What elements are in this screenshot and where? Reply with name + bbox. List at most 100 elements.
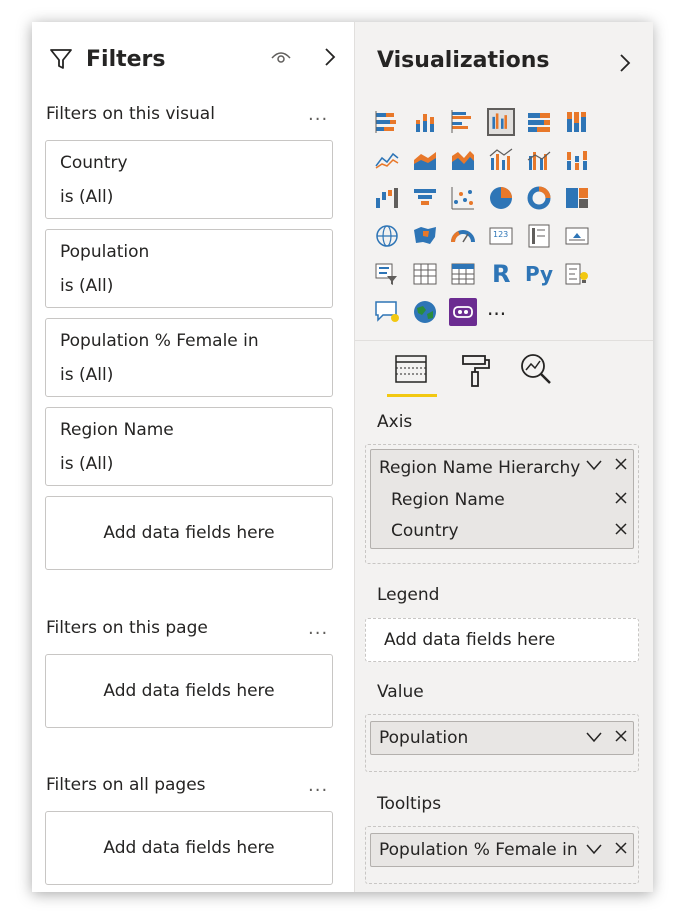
close-icon[interactable] — [613, 521, 629, 537]
stacked-area-chart-icon[interactable] — [449, 146, 477, 174]
filters-pane: Filters Filters on this visual ... Count… — [32, 22, 354, 892]
visualizations-divider — [355, 340, 653, 341]
tooltips-well-label: Tooltips — [377, 794, 442, 814]
filters-on-page-more-button[interactable]: ... — [308, 618, 328, 639]
visualizations-pane: Visualizations 123 R Py ... Axis Region … — [354, 22, 653, 892]
100-stacked-column-chart-icon[interactable] — [563, 108, 591, 136]
chevron-down-icon[interactable] — [585, 457, 603, 473]
arcgis-map-icon[interactable] — [411, 298, 439, 326]
filters-on-visual-more-button[interactable]: ... — [308, 104, 328, 125]
visual-filters-drop-zone[interactable]: Add data fields here — [45, 496, 333, 570]
filters-on-all-pages-label: Filters on all pages — [46, 775, 206, 795]
close-icon[interactable] — [613, 840, 629, 856]
filter-icon — [50, 49, 72, 69]
filter-card-name: Country — [60, 153, 128, 173]
kpi-icon[interactable] — [563, 222, 591, 250]
scatter-chart-icon[interactable] — [449, 184, 477, 212]
line-and-stacked-column-chart-icon[interactable] — [487, 146, 515, 174]
line-chart-icon[interactable] — [373, 146, 401, 174]
chevron-down-icon[interactable] — [585, 841, 603, 857]
clustered-column-chart-icon-selected[interactable] — [487, 108, 515, 136]
map-icon[interactable] — [373, 222, 401, 250]
ribbon-chart-icon[interactable] — [563, 146, 591, 174]
slicer-icon[interactable] — [373, 260, 401, 288]
treemap-icon[interactable] — [563, 184, 591, 212]
filters-header: Filters — [48, 42, 166, 76]
multi-row-card-icon[interactable] — [525, 222, 553, 250]
filter-card-name: Population — [60, 242, 150, 262]
area-chart-icon[interactable] — [411, 146, 439, 174]
line-and-clustered-column-chart-icon[interactable] — [525, 146, 553, 174]
waterfall-chart-icon[interactable] — [373, 184, 401, 212]
visualizations-title: Visualizations — [377, 48, 550, 73]
filter-card-condition: is (All) — [60, 454, 114, 474]
qna-visual-icon[interactable] — [373, 298, 401, 326]
filter-card-name: Population % Female in — [60, 331, 259, 351]
stacked-bar-chart-icon[interactable] — [373, 108, 401, 136]
active-tab-indicator — [387, 394, 437, 397]
more-visuals-button[interactable]: ... — [487, 298, 515, 326]
value-well[interactable]: Population — [365, 714, 639, 772]
tooltips-field-population-female[interactable]: Population % Female in — [370, 833, 634, 867]
filter-card-country[interactable]: Country is (All) — [45, 140, 333, 219]
value-field-name: Population — [379, 728, 469, 748]
legend-well-label: Legend — [377, 585, 440, 605]
collapse-visualizations-chevron-icon[interactable] — [617, 52, 633, 74]
funnel-chart-icon[interactable] — [411, 184, 439, 212]
all-pages-filters-drop-zone[interactable]: Add data fields here — [45, 811, 333, 885]
card-icon-label: 123 — [493, 230, 509, 239]
tab-format[interactable] — [455, 350, 495, 390]
axis-well-label: Axis — [377, 412, 413, 432]
filters-on-all-pages-more-button[interactable]: ... — [308, 775, 328, 796]
donut-chart-icon[interactable] — [525, 184, 553, 212]
card-icon[interactable]: 123 — [487, 222, 515, 250]
filter-card-condition: is (All) — [60, 276, 114, 296]
axis-item-region-name[interactable]: Region Name — [391, 490, 505, 510]
legend-well-placeholder: Add data fields here — [384, 630, 556, 650]
filters-title: Filters — [86, 46, 166, 72]
gauge-icon[interactable] — [449, 222, 477, 250]
eye-icon[interactable] — [270, 48, 292, 66]
r-script-visual-icon[interactable]: R — [487, 260, 515, 288]
axis-well[interactable]: Region Name Hierarchy Region Name Countr… — [365, 444, 639, 564]
pie-chart-icon[interactable] — [487, 184, 515, 212]
stacked-column-chart-icon[interactable] — [411, 108, 439, 136]
tab-fields[interactable] — [391, 350, 431, 390]
filter-card-population[interactable]: Population is (All) — [45, 229, 333, 308]
paint-roller-icon — [462, 355, 490, 387]
table-icon[interactable] — [411, 260, 439, 288]
tooltips-well[interactable]: Population % Female in — [365, 826, 639, 884]
axis-item-country[interactable]: Country — [391, 521, 459, 541]
python-icon-label: Py — [525, 262, 554, 286]
tab-analytics[interactable] — [517, 350, 557, 390]
filter-card-region-name[interactable]: Region Name is (All) — [45, 407, 333, 486]
filter-card-condition: is (All) — [60, 187, 114, 207]
page-filters-drop-zone[interactable]: Add data fields here — [45, 654, 333, 728]
chevron-down-icon[interactable] — [585, 729, 603, 745]
value-field-population[interactable]: Population — [370, 721, 634, 755]
close-icon[interactable] — [613, 456, 629, 472]
filters-on-visual-label: Filters on this visual — [46, 104, 215, 124]
collapse-filters-chevron-icon[interactable] — [322, 46, 338, 68]
custom-visual-icon[interactable] — [449, 298, 477, 326]
r-icon-label: R — [492, 260, 511, 288]
filters-on-page-label: Filters on this page — [46, 618, 208, 638]
100-stacked-bar-chart-icon[interactable] — [525, 108, 553, 136]
close-icon[interactable] — [613, 728, 629, 744]
legend-well[interactable]: Add data fields here — [365, 618, 639, 662]
filled-map-icon[interactable] — [411, 222, 439, 250]
filter-card-name: Region Name — [60, 420, 174, 440]
axis-hierarchy-field[interactable]: Region Name Hierarchy Region Name Countr… — [370, 449, 634, 549]
tooltips-field-name: Population % Female in — [379, 840, 578, 860]
close-icon[interactable] — [613, 490, 629, 506]
python-visual-icon[interactable]: Py — [525, 260, 553, 288]
key-influencers-icon[interactable] — [563, 260, 591, 288]
matrix-icon[interactable] — [449, 260, 477, 288]
panes-frame: Filters Filters on this visual ... Count… — [32, 22, 653, 892]
filter-card-population-female[interactable]: Population % Female in is (All) — [45, 318, 333, 397]
value-well-label: Value — [377, 682, 424, 702]
clustered-bar-chart-icon[interactable] — [449, 108, 477, 136]
analytics-magnifier-icon — [521, 354, 551, 384]
axis-hierarchy-name: Region Name Hierarchy — [379, 458, 581, 478]
fields-well-icon — [395, 355, 427, 383]
